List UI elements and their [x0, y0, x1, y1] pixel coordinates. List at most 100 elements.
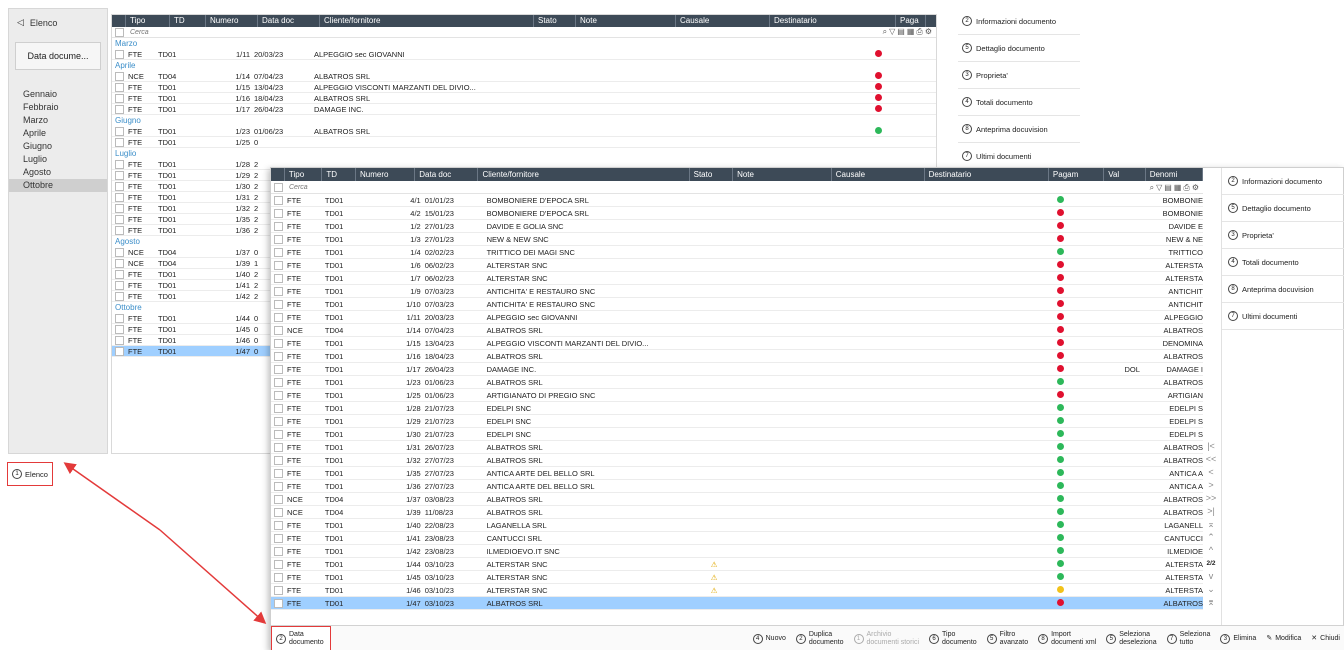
column-header[interactable]: Stato: [534, 15, 576, 27]
table-row[interactable]: FTE TD01 1/40 22/08/23 LAGANELLA SRL LAGANELL: [271, 519, 1203, 532]
row-checkbox[interactable]: [274, 195, 283, 205]
table-row[interactable]: FTE TD01 1/42 23/08/23 ILMEDIOEVO.IT SNC ILME…: [271, 545, 1203, 558]
table-row[interactable]: FTE TD01 1/17 26/04/23 DAMAGE INC.: [112, 104, 936, 115]
table-row[interactable]: FTE TD01 1/32 27/07/23 ALBATROS SRL ALBATROS: [271, 454, 1203, 467]
sidebar-month-item[interactable]: Luglio: [9, 153, 107, 166]
table-row[interactable]: FTE TD01 4/1 01/01/23 BOMBONIERE D'EPOCA SRL…: [271, 194, 1203, 207]
side-panel-item[interactable]: 8 Anteprima docuvision: [958, 116, 1080, 143]
side-panel-item[interactable]: 7 Ultimi documenti: [1222, 303, 1344, 330]
row-checkbox[interactable]: [115, 49, 124, 59]
row-checkbox[interactable]: [274, 208, 283, 218]
scroll-up-icon[interactable]: ^: [1209, 544, 1213, 557]
row-checkbox[interactable]: [274, 221, 283, 231]
side-panel-item[interactable]: 5 Dettaglio documento: [958, 35, 1080, 62]
side-panel-item[interactable]: 2 Informazioni documento: [1222, 168, 1344, 195]
toolbar-button-import-documenti-xml[interactable]: 8 Import documenti xml: [1033, 631, 1101, 647]
next-page-icon[interactable]: >: [1208, 479, 1213, 492]
prev-fast-icon[interactable]: <<: [1206, 453, 1217, 466]
column-header[interactable]: TD: [322, 168, 357, 181]
select-all-checkbox[interactable]: [115, 27, 124, 37]
table-row[interactable]: FTE TD01 1/47 03/10/23 ALBATROS SRL ALBATROS: [271, 597, 1203, 610]
search-icon[interactable]: ⌕: [1150, 183, 1154, 193]
row-checkbox[interactable]: [115, 324, 124, 334]
toolbar-button-tipo-documento[interactable]: 6 Tipo documento: [924, 631, 982, 647]
column-header[interactable]: Val: [1104, 168, 1146, 181]
prev-page-icon[interactable]: <: [1208, 466, 1213, 479]
row-checkbox[interactable]: [274, 260, 283, 270]
row-checkbox[interactable]: [115, 181, 124, 191]
table-row[interactable]: FTE TD01 1/35 27/07/23 ANTICA ARTE DEL BELLO…: [271, 467, 1203, 480]
table-row[interactable]: FTE TD01 1/45 03/10/23 ALTERSTAR SNC ⚠ ALTERST…: [271, 571, 1203, 584]
column-header[interactable]: Causale: [676, 15, 770, 27]
toolbar-button-seleziona-deseleziona[interactable]: 5 Seleziona deseleziona: [1101, 631, 1161, 647]
table-row[interactable]: FTE TD01 1/31 26/07/23 ALBATROS SRL ALBATROS: [271, 441, 1203, 454]
scroll-up-fast-icon[interactable]: ⌃: [1207, 531, 1215, 544]
print-icon[interactable]: ⎙: [1183, 183, 1189, 193]
print-icon[interactable]: ⎙: [916, 27, 922, 37]
export-icon[interactable]: ▤: [1164, 183, 1172, 193]
row-checkbox[interactable]: [115, 71, 124, 81]
bottom-icon[interactable]: ⌆: [1207, 596, 1215, 609]
row-checkbox[interactable]: [115, 313, 124, 323]
table-row[interactable]: FTE TD01 1/16 18/04/23 ALBATROS SRL ALBATROS: [271, 350, 1203, 363]
table-row[interactable]: FTE TD01 1/10 07/03/23 ANTICHITA' E RESTAURO…: [271, 298, 1203, 311]
toolbar-button-duplica-documento[interactable]: 2 Duplica documento: [791, 631, 849, 647]
column-header[interactable]: Tipo: [285, 168, 323, 181]
toolbar-button-seleziona-tutto[interactable]: 7 Seleziona tutto: [1162, 631, 1216, 647]
row-checkbox[interactable]: [274, 429, 283, 439]
table-row[interactable]: FTE TD01 1/29 21/07/23 EDELPI SNC EDELPI S: [271, 415, 1203, 428]
table-row[interactable]: FTE TD01 1/23 01/06/23 ALBATROS SRL ALBATROS: [271, 376, 1203, 389]
column-header[interactable]: Paga: [896, 15, 926, 27]
row-checkbox[interactable]: [115, 126, 124, 136]
grid-icon[interactable]: ▦: [1174, 183, 1182, 193]
grid-icon[interactable]: ▦: [907, 27, 915, 37]
sidebar-month-item[interactable]: Gennaio: [9, 88, 107, 101]
table-row[interactable]: FTE TD01 1/2 27/01/23 DAVIDE E GOLIA SNC DAVI…: [271, 220, 1203, 233]
row-checkbox[interactable]: [274, 325, 283, 335]
toolbar-button-elimina[interactable]: 3 Elimina: [1215, 633, 1261, 644]
toolbar-button-modifica[interactable]: ✎ Modifica: [1261, 635, 1306, 643]
row-checkbox[interactable]: [274, 247, 283, 257]
row-checkbox[interactable]: [115, 192, 124, 202]
row-checkbox[interactable]: [115, 269, 124, 279]
toolbar-button-nuovo[interactable]: 4 Nuovo: [748, 633, 791, 644]
row-checkbox[interactable]: [274, 481, 283, 491]
table-row[interactable]: FTE TD01 1/16 18/04/23 ALBATROS SRL: [112, 93, 936, 104]
data-documento-button[interactable]: Data docume...: [15, 42, 101, 70]
settings-icon[interactable]: ⚙: [1192, 183, 1199, 193]
column-header[interactable]: Note: [576, 15, 676, 27]
row-checkbox[interactable]: [274, 546, 283, 556]
row-checkbox[interactable]: [115, 214, 124, 224]
table-row[interactable]: FTE TD01 1/11 20/03/23 ALPEGGIO sec GIOVANNI: [112, 49, 936, 60]
scroll-down-fast-icon[interactable]: ⌄: [1207, 583, 1215, 596]
row-checkbox[interactable]: [115, 247, 124, 257]
column-header[interactable]: Cliente/fornitore: [320, 15, 534, 27]
row-checkbox[interactable]: [115, 291, 124, 301]
table-row[interactable]: NCE TD04 1/14 07/04/23 ALBATROS SRL ALBATROS: [271, 324, 1203, 337]
filter-icon[interactable]: ▽: [889, 27, 895, 37]
table-row[interactable]: FTE TD01 1/28 21/07/23 EDELPI SNC EDELPI S: [271, 402, 1203, 415]
row-checkbox[interactable]: [274, 559, 283, 569]
side-panel-item[interactable]: 3 Proprieta': [1222, 222, 1344, 249]
row-checkbox[interactable]: [115, 346, 124, 356]
column-header[interactable]: Data doc: [258, 15, 320, 27]
row-checkbox[interactable]: [274, 416, 283, 426]
table-row[interactable]: FTE TD01 4/2 15/01/23 BOMBONIERE D'EPOCA SRL…: [271, 207, 1203, 220]
row-checkbox[interactable]: [274, 507, 283, 517]
toolbar-button-data-documento[interactable]: 2 Data documento: [271, 631, 333, 647]
row-checkbox[interactable]: [115, 93, 124, 103]
row-checkbox[interactable]: [274, 338, 283, 348]
toolbar-button-chiudi[interactable]: ✕ Chiudi: [1306, 635, 1344, 643]
row-checkbox[interactable]: [274, 364, 283, 374]
side-panel-item[interactable]: 3 Proprieta': [958, 62, 1080, 89]
row-checkbox[interactable]: [274, 312, 283, 322]
table-row[interactable]: FTE TD01 1/15 13/04/23 ALPEGGIO VISCONTI MAR…: [271, 337, 1203, 350]
toolbar-button-filtro-avanzato[interactable]: 5 Filtro avanzato: [982, 631, 1033, 647]
row-checkbox[interactable]: [274, 377, 283, 387]
row-checkbox[interactable]: [274, 598, 283, 608]
sidebar-month-item[interactable]: Aprile: [9, 127, 107, 140]
side-panel-item[interactable]: 7 Ultimi documenti: [958, 143, 1080, 170]
column-header[interactable]: Denomi: [1146, 168, 1203, 181]
table-row[interactable]: FTE TD01 1/6 06/02/23 ALTERSTAR SNC ALTERSTA: [271, 259, 1203, 272]
filter-icon[interactable]: ▽: [1156, 183, 1162, 193]
